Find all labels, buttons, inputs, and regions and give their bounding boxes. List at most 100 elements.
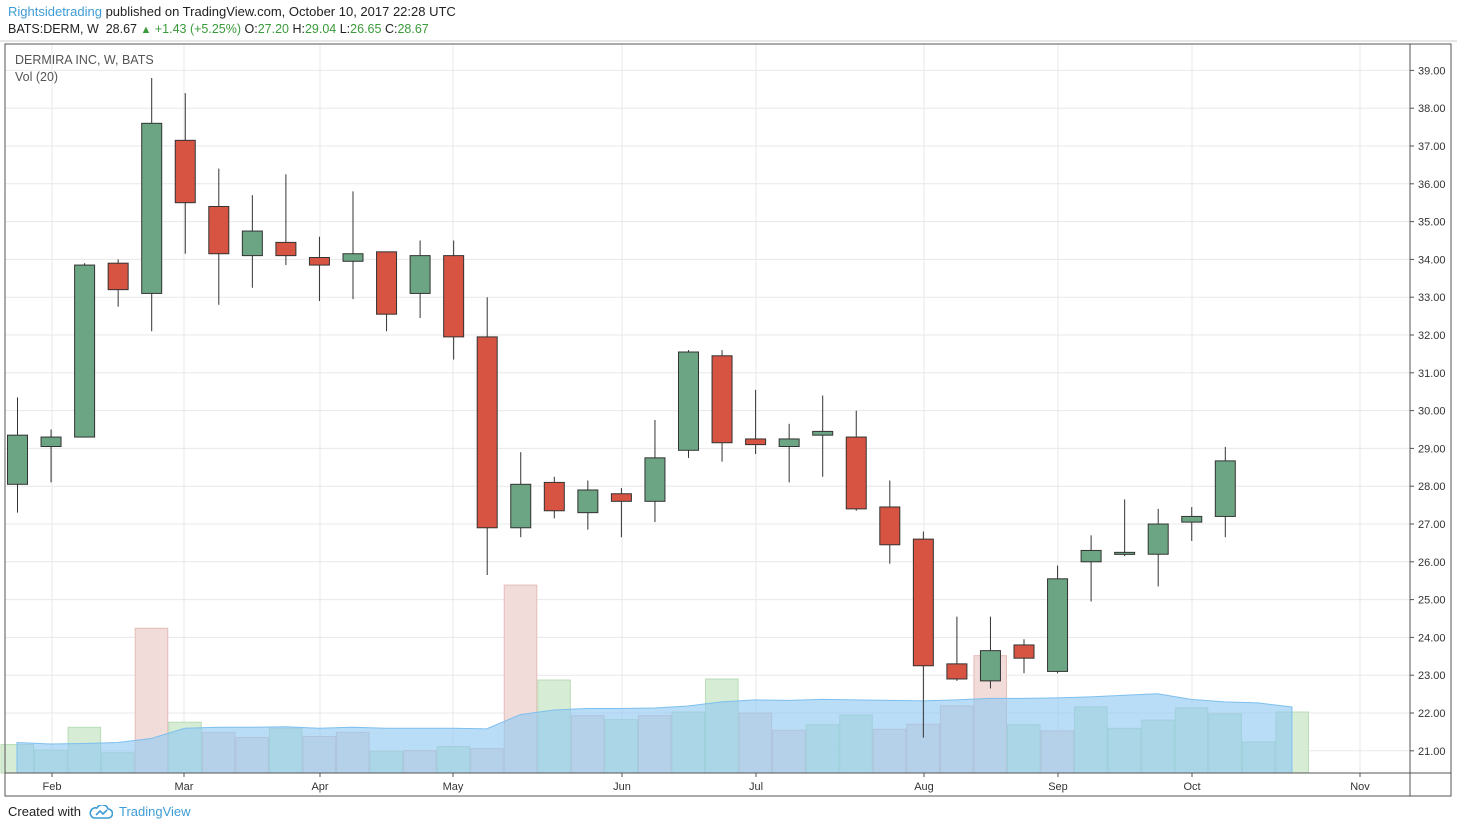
candle[interactable]	[745, 389, 767, 455]
x-tick-label: Feb	[43, 781, 62, 793]
candle[interactable]	[40, 429, 62, 483]
y-tick-label: 33.00	[1418, 292, 1446, 304]
candlestick-series	[7, 77, 1236, 738]
candle-body	[946, 663, 968, 680]
candle-body	[812, 430, 834, 436]
time-axis[interactable]: Feb Mar Apr May Jun Jul Aug Sep Oct Nov	[43, 773, 1371, 793]
candle[interactable]	[308, 236, 330, 301]
y-tick-label: 32.00	[1418, 330, 1446, 342]
author-link[interactable]: Rightsidetrading	[8, 4, 102, 19]
candle-body	[912, 538, 934, 667]
candle[interactable]	[141, 77, 163, 332]
candle[interactable]	[946, 616, 968, 681]
candle[interactable]	[1013, 639, 1035, 674]
candle[interactable]	[711, 350, 733, 462]
candle[interactable]	[74, 263, 96, 438]
y-tick-label: 29.00	[1418, 443, 1446, 455]
open-label: O:	[244, 22, 258, 36]
open-value: 27.20	[257, 22, 289, 36]
candle-body	[7, 434, 28, 485]
y-tick-label: 24.00	[1418, 632, 1446, 644]
candle-body	[979, 650, 1001, 682]
candle-body	[1080, 549, 1102, 563]
candle-body	[308, 257, 330, 266]
candle-body	[745, 438, 767, 446]
tradingview-cloud-icon[interactable]	[89, 804, 113, 819]
candle[interactable]	[879, 480, 901, 564]
candle-body	[845, 436, 867, 510]
candle[interactable]	[7, 397, 28, 513]
candle-body	[644, 457, 666, 502]
candle-body	[74, 264, 96, 438]
candle-body	[1147, 523, 1169, 555]
y-tick-label: 25.00	[1418, 595, 1446, 607]
created-with-text: Created with	[8, 804, 81, 819]
candle[interactable]	[610, 488, 632, 538]
volume-study-label[interactable]: Vol (20)	[15, 69, 154, 86]
candle-body	[376, 251, 398, 315]
y-tick-label: 21.00	[1418, 746, 1446, 758]
candle[interactable]	[510, 452, 532, 538]
candle[interactable]	[275, 174, 297, 266]
x-tick-label: Sep	[1048, 781, 1068, 793]
candle-body	[241, 230, 263, 257]
candle[interactable]	[1114, 499, 1136, 557]
candle[interactable]	[644, 420, 666, 523]
candle[interactable]	[845, 410, 867, 511]
candle[interactable]	[577, 480, 599, 530]
x-tick-label: Apr	[311, 781, 328, 793]
low-value: 26.65	[350, 22, 382, 36]
high-label: H:	[292, 22, 305, 36]
tradingview-link[interactable]: TradingView	[119, 804, 191, 819]
candle[interactable]	[342, 191, 364, 300]
y-tick-label: 26.00	[1418, 557, 1446, 569]
candle-body	[610, 493, 632, 502]
symbol-label: BATS:DERM, W	[8, 22, 99, 36]
candle[interactable]	[678, 350, 699, 458]
candle-body	[443, 255, 465, 338]
x-tick-label: Aug	[914, 781, 934, 793]
price-chart[interactable]: 39.00 38.00 37.00 36.00 35.00 34.00 33.00 32.00…	[0, 0, 1457, 830]
candle[interactable]	[812, 395, 834, 477]
candle-body	[174, 139, 196, 204]
candle[interactable]	[443, 240, 465, 360]
x-tick-label: Oct	[1183, 781, 1200, 793]
x-tick-label: Mar	[175, 781, 194, 793]
candle[interactable]	[1047, 565, 1069, 674]
candle[interactable]	[376, 251, 398, 332]
candle-body	[1214, 460, 1236, 517]
volume-ma	[16, 693, 1293, 774]
candle[interactable]	[778, 423, 800, 483]
y-tick-label: 36.00	[1418, 179, 1446, 191]
candle[interactable]	[241, 195, 263, 288]
y-tick-label: 27.00	[1418, 519, 1446, 531]
candle[interactable]	[1147, 508, 1169, 587]
high-value: 29.04	[304, 22, 337, 36]
candle[interactable]	[208, 168, 230, 305]
candle[interactable]	[979, 616, 1001, 689]
candle-body	[510, 483, 532, 529]
y-tick-label: 28.00	[1418, 481, 1446, 493]
publish-info: Rightsidetrading published on TradingVie…	[8, 3, 456, 20]
candle[interactable]	[174, 93, 196, 254]
series-title[interactable]: DERMIRA INC, W, BATS	[15, 52, 154, 69]
price-axis[interactable]: 39.00 38.00 37.00 36.00 35.00 34.00 33.00 32.00…	[1410, 65, 1446, 758]
published-text: published on TradingView.com, October 10…	[101, 4, 456, 19]
candle-body	[141, 122, 163, 294]
candle[interactable]	[1080, 535, 1102, 602]
candle[interactable]	[476, 297, 498, 576]
candle-body	[1181, 515, 1203, 523]
candle-body	[711, 355, 733, 444]
ohlc-header: BATS:DERM, W 28.67 ▲ +1.43 (+5.25%) O:27…	[8, 21, 429, 39]
close-label: C:	[384, 22, 398, 36]
x-tick-label: Jun	[613, 781, 631, 793]
volume-ma-area	[16, 693, 1293, 774]
candle[interactable]	[107, 259, 129, 307]
grid	[5, 44, 1410, 773]
y-tick-label: 38.00	[1418, 103, 1446, 115]
candle[interactable]	[409, 240, 431, 318]
footer: Created with TradingView	[8, 804, 191, 819]
y-tick-label: 30.00	[1418, 406, 1446, 418]
candle[interactable]	[543, 476, 565, 519]
candle-body	[40, 436, 62, 448]
